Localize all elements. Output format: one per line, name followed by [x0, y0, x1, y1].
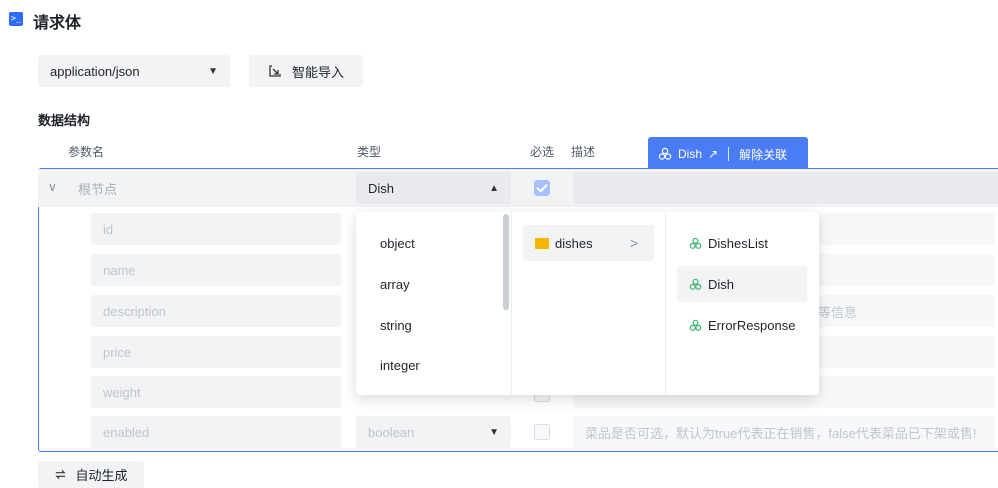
- field-name-price[interactable]: price: [91, 336, 341, 368]
- unlink-button[interactable]: 解除关联: [739, 146, 787, 163]
- section-title: 请求体: [33, 15, 82, 32]
- schema-option-label: DishesList: [708, 235, 768, 251]
- type-dropdown: object array string integer dishes > Dis…: [356, 212, 819, 395]
- header-name: 参数名: [68, 145, 105, 159]
- field-name-weight[interactable]: weight: [91, 376, 341, 408]
- field-name-description[interactable]: description: [91, 295, 341, 327]
- smart-import-button[interactable]: 智能导入: [249, 55, 363, 87]
- folder-icon: [535, 237, 549, 249]
- type-list-scrollbar[interactable]: [503, 214, 509, 310]
- external-link-icon[interactable]: ↗: [708, 147, 718, 161]
- enabled-type-value: boolean: [368, 424, 415, 440]
- chevron-down-icon[interactable]: ∨: [48, 180, 57, 194]
- type-option-integer[interactable]: integer: [380, 358, 420, 373]
- schema-option-errorresponse[interactable]: ErrorResponse: [677, 307, 807, 343]
- header-type: 类型: [357, 145, 382, 159]
- field-name-enabled[interactable]: enabled: [91, 416, 341, 448]
- root-required-checkbox[interactable]: [534, 180, 550, 196]
- caret-down-icon: ▼: [489, 426, 499, 438]
- root-node-label: 根节点: [78, 182, 118, 197]
- divider: [728, 147, 730, 161]
- refresh-icon: [55, 469, 67, 480]
- enabled-required-checkbox[interactable]: [534, 424, 550, 440]
- schema-ref-name[interactable]: Dish: [678, 147, 702, 161]
- type-option-object[interactable]: object: [380, 236, 415, 251]
- schema-list: DishesList Dish ErrorResponse: [666, 212, 819, 395]
- caret-down-icon: ▼: [208, 65, 218, 77]
- auto-generate-label: 自动生成: [75, 468, 128, 483]
- field-name-id[interactable]: id: [91, 213, 341, 245]
- folder-dishes[interactable]: dishes >: [523, 225, 654, 261]
- folder-label: dishes: [555, 235, 593, 251]
- content-type-select[interactable]: application/json ▼: [38, 55, 230, 87]
- schema-option-label: ErrorResponse: [708, 317, 796, 333]
- type-list: object array string integer: [356, 212, 512, 395]
- terminal-icon: >_: [9, 12, 23, 26]
- import-icon: [269, 65, 281, 77]
- schema-option-disheslist[interactable]: DishesList: [677, 225, 807, 261]
- schema-option-label: Dish: [708, 276, 735, 292]
- caret-up-icon: ▲: [489, 182, 499, 194]
- schema-icon: [689, 278, 702, 290]
- field-name-name[interactable]: name: [91, 254, 341, 286]
- header-description: 描述: [571, 145, 596, 159]
- content-type-value: application/json: [50, 63, 140, 79]
- type-option-string[interactable]: string: [380, 318, 412, 333]
- schema-icon: [689, 237, 702, 249]
- schema-ref-tag: Dish ↗ 解除关联: [648, 137, 808, 171]
- type-option-array[interactable]: array: [380, 277, 410, 292]
- chevron-right-icon: >: [629, 235, 638, 251]
- auto-generate-button[interactable]: 自动生成: [38, 461, 144, 488]
- root-type-value: Dish: [368, 180, 395, 196]
- schema-icon: [658, 147, 672, 160]
- enabled-type-select[interactable]: boolean ▼: [356, 416, 511, 448]
- smart-import-label: 智能导入: [291, 64, 344, 80]
- root-description-input[interactable]: [573, 172, 998, 204]
- field-desc-enabled[interactable]: 菜品是否可选，默认为true代表正在销售，false代表菜品已下架或售!: [573, 416, 995, 448]
- root-type-select[interactable]: Dish ▲: [356, 172, 511, 204]
- header-required: 必选: [530, 145, 555, 159]
- schema-option-dish[interactable]: Dish: [677, 266, 807, 302]
- structure-title: 数据结构: [38, 113, 91, 128]
- schema-icon: [689, 319, 702, 331]
- folder-list: dishes >: [512, 212, 666, 395]
